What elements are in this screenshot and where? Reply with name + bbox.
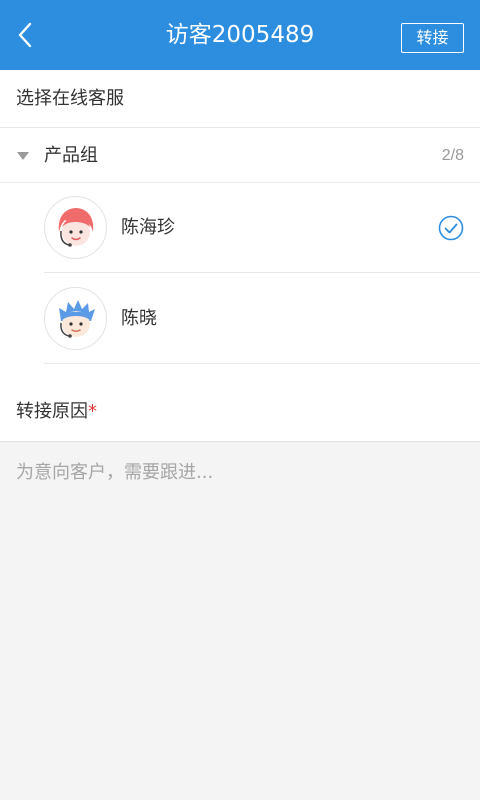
transfer-reason-label: 转接原因* — [0, 364, 480, 442]
group-name: 产品组 — [44, 145, 98, 166]
avatar — [44, 287, 107, 350]
triangle-down-icon — [17, 152, 29, 160]
selected-check-icon — [438, 215, 464, 241]
divider — [44, 272, 480, 273]
agent-item[interactable]: 陈晓 — [0, 274, 480, 364]
agent-item[interactable]: 陈海珍 — [0, 183, 480, 273]
select-agent-heading: 选择在线客服 — [0, 70, 480, 128]
agent-name: 陈晓 — [121, 308, 157, 329]
female-agent-avatar-icon — [58, 207, 93, 247]
top-bar: 访客2005489 转接 — [0, 0, 480, 70]
avatar — [44, 196, 107, 259]
required-mark: * — [88, 401, 97, 422]
group-row-product[interactable]: 产品组 2/8 — [0, 128, 480, 183]
group-online-count: 2/8 — [441, 147, 464, 164]
male-agent-avatar-icon — [58, 299, 95, 338]
transfer-button[interactable]: 转接 — [401, 23, 464, 53]
agent-list: 陈海珍 陈晓 — [0, 183, 480, 364]
agent-name: 陈海珍 — [121, 217, 175, 238]
transfer-reason-input[interactable] — [0, 442, 480, 800]
reason-label-text: 转接原因 — [16, 401, 88, 422]
